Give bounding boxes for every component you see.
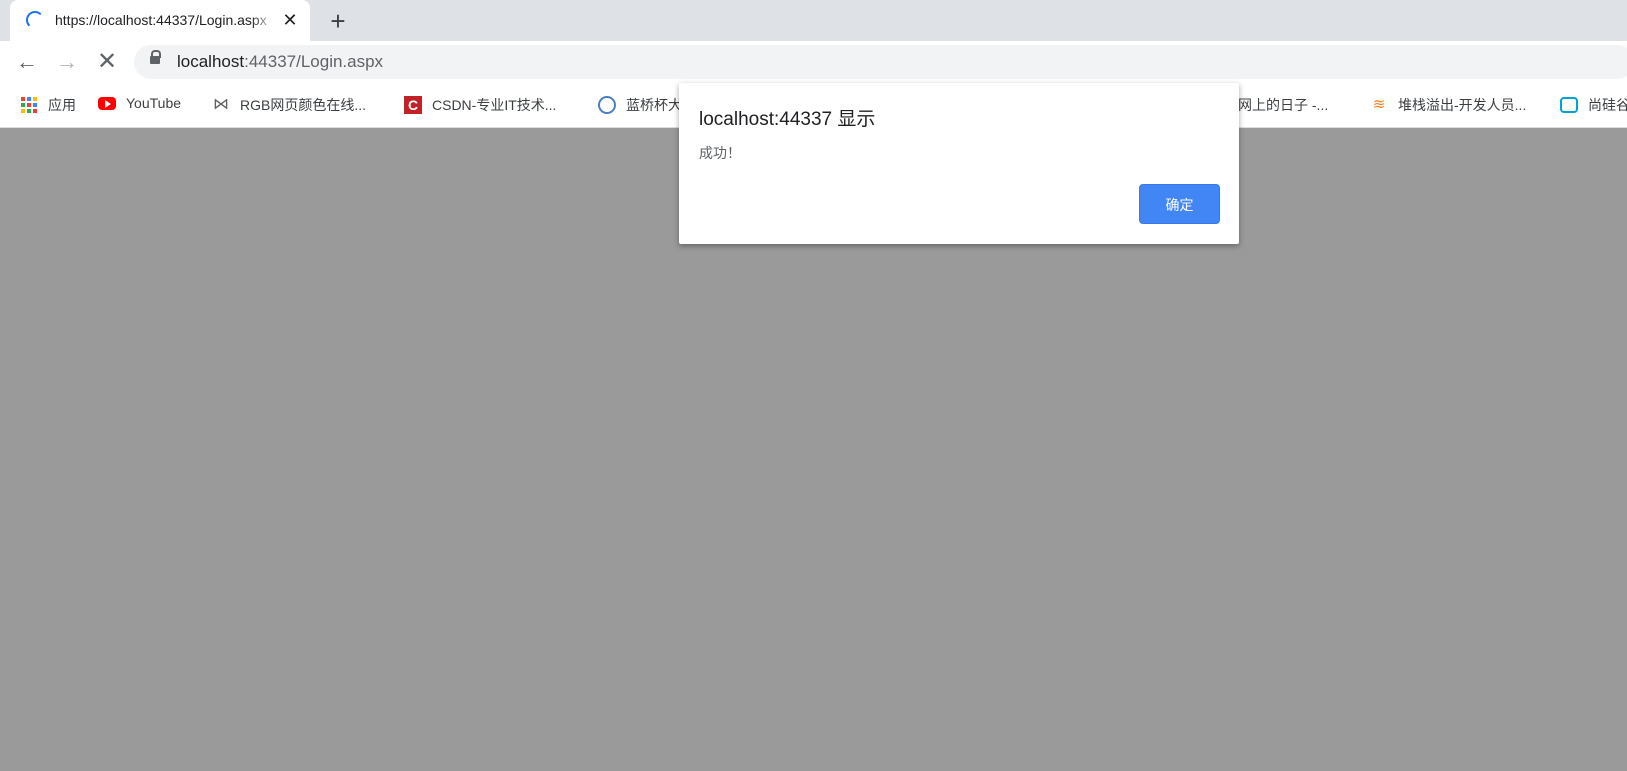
dialog-message: 成功！	[699, 145, 741, 161]
lock-icon[interactable]	[150, 50, 161, 64]
bookmark-label: 堆栈溢出-开发人员...	[1398, 97, 1527, 113]
apps-grid-icon	[20, 96, 38, 114]
loading-spinner-icon	[26, 11, 44, 29]
bookmark-csdn[interactable]: C CSDN-专业IT技术...	[404, 95, 556, 115]
browser-tab[interactable]: https://localhost:44337/Login.aspx ✕	[10, 0, 310, 41]
url-text[interactable]: localhost:44337/Login.aspx	[177, 52, 383, 72]
bookmark-label: RGB网页颜色在线...	[240, 97, 367, 113]
bookmark-label: YouTube	[126, 95, 182, 111]
bookmark-stackoverflow[interactable]: ≋ 堆栈溢出-开发人员...	[1370, 95, 1527, 115]
bilibili-icon	[1560, 97, 1578, 113]
bookmark-apps[interactable]: 应用	[20, 95, 76, 115]
alert-dialog: localhost:44337 显示 成功！ 确定	[679, 83, 1239, 244]
tab-title: https://localhost:44337/Login.aspx	[55, 12, 267, 28]
bookmark-label: 应用	[48, 97, 76, 113]
ok-button[interactable]: 确定	[1139, 184, 1220, 224]
close-tab-icon[interactable]: ✕	[280, 10, 300, 30]
stackoverflow-icon: ≋	[1372, 96, 1386, 113]
stop-loading-icon[interactable]: ✕	[92, 47, 122, 77]
dialog-title: localhost:44337 显示	[699, 109, 876, 130]
lanqiao-icon	[598, 96, 616, 114]
tab-strip: https://localhost:44337/Login.aspx ✕ +	[0, 0, 1627, 41]
address-bar[interactable]: localhost:44337/Login.aspx	[134, 45, 1627, 79]
bookmark-lanqiao[interactable]: 蓝桥杯大	[598, 95, 682, 115]
bookmark-shangguigu[interactable]: 尚硅谷	[1560, 95, 1627, 115]
rgb-icon: ⋈	[213, 96, 229, 113]
browser-toolbar: ← → ✕ localhost:44337/Login.aspx	[0, 41, 1627, 82]
bookmark-rgb[interactable]: ⋈ RGB网页颜色在线...	[212, 95, 366, 115]
bookmark-label: CSDN-专业IT技术...	[432, 97, 557, 113]
bookmark-youtube[interactable]: YouTube	[98, 95, 181, 111]
bookmark-label: 网上的日子 -...	[1238, 97, 1329, 113]
youtube-icon	[98, 96, 116, 110]
back-arrow-icon[interactable]: ←	[12, 47, 42, 77]
new-tab-button[interactable]: +	[324, 7, 352, 35]
bookmark-wangshang[interactable]: 网上的日子 -...	[1238, 95, 1328, 115]
csdn-icon: C	[404, 96, 422, 114]
bookmark-label: 尚硅谷	[1588, 97, 1627, 113]
url-host: localhost	[177, 52, 245, 71]
bookmark-label: 蓝桥杯大	[626, 97, 682, 113]
url-path: :44337/Login.aspx	[244, 52, 384, 71]
forward-arrow-icon[interactable]: →	[52, 47, 82, 77]
